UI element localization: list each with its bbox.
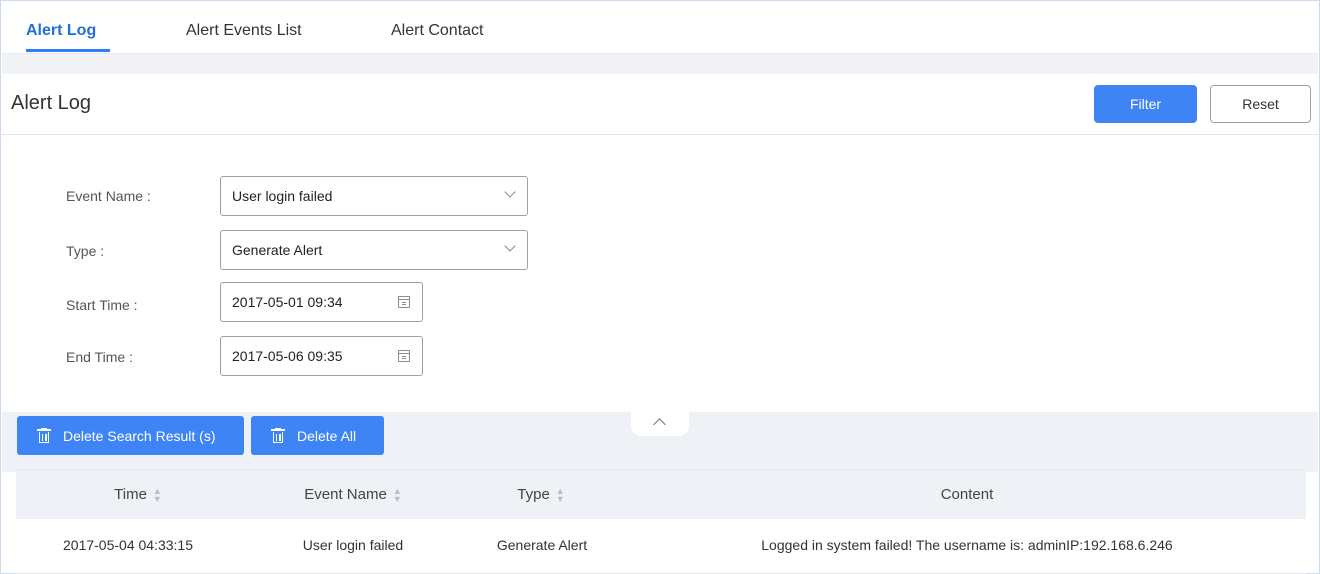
- table-header: Time ▲ ▼ Event Name ▲ ▼ Type ▲ ▼ Content: [16, 469, 1306, 519]
- event-name-label: Event Name :: [66, 188, 151, 204]
- delete-search-result-label: Delete Search Result (s): [63, 427, 216, 444]
- type-value: Generate Alert: [232, 242, 323, 258]
- sort-icon[interactable]: ▲ ▼: [393, 487, 402, 504]
- table-row[interactable]: 2017-05-04 04:33:15 User login failed Ge…: [16, 519, 1306, 574]
- tab-separator: [2, 54, 1318, 74]
- type-label: Type :: [66, 243, 105, 259]
- start-time-value: 2017-05-01 09:34: [232, 294, 343, 310]
- column-header-content: Content: [940, 486, 994, 503]
- trash-icon: [271, 428, 285, 443]
- alert-log-page: Alert Log Alert Events List Alert Contac…: [0, 0, 1320, 574]
- delete-all-label: Delete All: [297, 427, 357, 444]
- chevron-down-icon: [504, 240, 516, 252]
- end-time-value: 2017-05-06 09:35: [232, 348, 343, 364]
- end-time-input[interactable]: 2017-05-06 09:35: [220, 336, 423, 376]
- delete-all-button[interactable]: Delete All: [251, 416, 384, 455]
- start-time-input[interactable]: 2017-05-01 09:34: [220, 282, 423, 322]
- calendar-icon[interactable]: [398, 350, 410, 362]
- collapse-filter-toggle[interactable]: [631, 406, 689, 436]
- tab-alert-log[interactable]: Alert Log: [26, 22, 96, 40]
- calendar-icon[interactable]: [398, 296, 410, 308]
- sort-icon[interactable]: ▲ ▼: [153, 487, 162, 504]
- sort-icon[interactable]: ▲ ▼: [556, 487, 565, 504]
- cell-type: Generate Alert: [496, 537, 588, 553]
- end-time-label: End Time :: [66, 349, 133, 365]
- page-title: Alert Log: [11, 92, 92, 114]
- type-select[interactable]: Generate Alert: [220, 230, 528, 270]
- cell-content: Logged in system failed! The username is…: [761, 537, 1173, 553]
- delete-search-result-button[interactable]: Delete Search Result (s): [17, 416, 244, 455]
- chevron-down-icon: [504, 186, 516, 198]
- filter-button[interactable]: Filter: [1094, 85, 1197, 123]
- trash-icon: [37, 428, 51, 443]
- chevron-up-icon: [653, 418, 666, 431]
- alert-log-table: Time ▲ ▼ Event Name ▲ ▼ Type ▲ ▼ Content 2017-…: [16, 469, 1306, 574]
- start-time-label: Start Time :: [66, 297, 138, 313]
- cell-time: 2017-05-04 04:33:15: [63, 537, 193, 553]
- tab-bar: Alert Log Alert Events List Alert Contac…: [2, 2, 1318, 54]
- column-header-type[interactable]: Type ▲ ▼: [517, 486, 565, 504]
- reset-button[interactable]: Reset: [1210, 85, 1311, 123]
- event-name-select[interactable]: User login failed: [220, 176, 528, 216]
- event-name-value: User login failed: [232, 188, 333, 204]
- column-header-event-name[interactable]: Event Name ▲ ▼: [304, 486, 402, 504]
- tab-alert-contact[interactable]: Alert Contact: [391, 22, 483, 40]
- column-header-time[interactable]: Time ▲ ▼: [114, 486, 162, 504]
- header-divider: [2, 134, 1318, 135]
- active-tab-indicator: [26, 49, 110, 52]
- tab-alert-events-list[interactable]: Alert Events List: [186, 22, 302, 40]
- cell-event-name: User login failed: [302, 537, 404, 553]
